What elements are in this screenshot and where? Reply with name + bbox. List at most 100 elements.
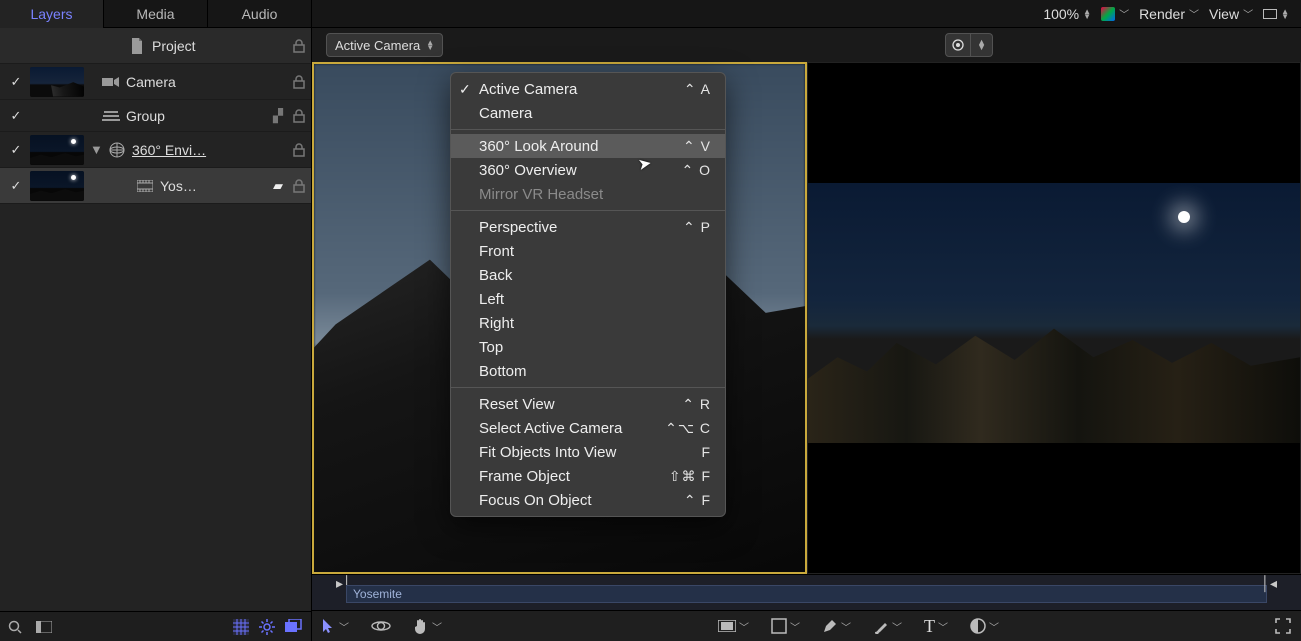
- stepper-icon: ▲▼: [1083, 9, 1091, 19]
- lock-icon[interactable]: [293, 179, 311, 193]
- camera-menu: Active Camera ⌃ A Camera 360° Look Aroun…: [450, 72, 726, 517]
- camera-icon: [102, 76, 120, 88]
- filmstrip-icon: [136, 180, 154, 192]
- gear-icon[interactable]: [259, 619, 275, 635]
- project-label: Project: [152, 38, 287, 54]
- menu-back[interactable]: Back: [451, 263, 725, 287]
- shortcut-label: ⌃⌥ C: [665, 420, 711, 437]
- group-label: Group: [126, 108, 263, 124]
- shortcut-label: ⌃ F: [684, 492, 711, 509]
- project-row[interactable]: Project: [0, 28, 311, 64]
- pen-tool[interactable]: ﹀: [822, 618, 851, 634]
- group-icon: [102, 111, 120, 121]
- panorama-image: [808, 183, 1300, 443]
- camera-row[interactable]: ✓ Camera: [0, 64, 311, 100]
- brush-tool[interactable]: ﹀: [873, 618, 902, 634]
- camera-label: Camera: [126, 74, 287, 90]
- mini-timeline[interactable]: ▸│ Yosemite │◂: [312, 574, 1301, 610]
- arrow-tool[interactable]: ﹀: [322, 618, 349, 634]
- menu-active-camera[interactable]: Active Camera ⌃ A: [451, 77, 725, 101]
- updown-icon: ▲▼: [977, 40, 986, 50]
- menu-mirror-vr: Mirror VR Headset: [451, 182, 725, 206]
- lock-icon[interactable]: [293, 109, 311, 123]
- menu-camera[interactable]: Camera: [451, 101, 725, 125]
- shortcut-label: ⌃ O: [681, 162, 711, 179]
- color-dropdown[interactable]: ﹀: [1101, 6, 1129, 21]
- clip-thumbnail: [30, 171, 84, 201]
- visibility-checkbox[interactable]: ✓: [8, 178, 24, 194]
- swatch-icon: [1101, 7, 1115, 21]
- canvas-area: Active Camera ▲▼ ▲▼: [312, 28, 1301, 641]
- menu-360-overview[interactable]: 360° Overview ⌃ O: [451, 158, 725, 182]
- environment-row[interactable]: ✓ ▼ 360° Envi…: [0, 132, 311, 168]
- lock-icon[interactable]: [293, 75, 311, 89]
- menu-left[interactable]: Left: [451, 287, 725, 311]
- grid-icon[interactable]: [233, 619, 249, 635]
- camera-thumbnail: [30, 67, 84, 97]
- menu-frame-object[interactable]: Frame Object ⇧⌘ F: [451, 464, 725, 488]
- menu-360-look-around[interactable]: 360° Look Around ⌃ V: [451, 134, 725, 158]
- chevron-down-icon: ﹀: [1119, 6, 1129, 21]
- menu-perspective[interactable]: Perspective ⌃ P: [451, 215, 725, 239]
- orbit-tool[interactable]: [371, 618, 391, 634]
- search-icon[interactable]: [8, 620, 22, 634]
- shortcut-label: ⌃ V: [683, 138, 711, 155]
- link-icon[interactable]: ▰: [269, 178, 287, 194]
- timeline-clip[interactable]: Yosemite: [346, 585, 1267, 603]
- aspect-tool[interactable]: ﹀: [718, 619, 749, 634]
- render-dropdown[interactable]: Render ﹀: [1139, 6, 1199, 22]
- tab-audio[interactable]: Audio: [208, 0, 312, 28]
- options-button[interactable]: ▲▼: [971, 33, 993, 57]
- playhead-end-icon[interactable]: │◂: [1261, 575, 1277, 592]
- menu-front[interactable]: Front: [451, 239, 725, 263]
- fullscreen-button[interactable]: [1275, 618, 1291, 634]
- layers-panel: Project ✓ Camera: [0, 28, 312, 641]
- visibility-checkbox[interactable]: ✓: [8, 142, 24, 158]
- visibility-checkbox[interactable]: ✓: [8, 108, 24, 124]
- menu-fit-objects[interactable]: Fit Objects Into View F: [451, 440, 725, 464]
- shape-tool[interactable]: ﹀: [771, 618, 800, 634]
- zoom-value: 100%: [1043, 6, 1079, 22]
- tab-media[interactable]: Media: [104, 0, 208, 28]
- mask-tool[interactable]: ﹀: [970, 618, 999, 634]
- menu-top[interactable]: Top: [451, 335, 725, 359]
- link-icon[interactable]: ▞: [269, 108, 287, 124]
- top-tab-bar: Layers Media Audio 100% ▲▼ ﹀ Render ﹀ Vi…: [0, 0, 1301, 28]
- menu-select-active-camera[interactable]: Select Active Camera ⌃⌥ C: [451, 416, 725, 440]
- visibility-checkbox[interactable]: ✓: [8, 74, 24, 90]
- lock-icon[interactable]: [293, 39, 311, 53]
- env-thumbnail: [30, 135, 84, 165]
- layout-dropdown[interactable]: ▲▼: [1263, 9, 1289, 19]
- right-viewport[interactable]: 360° Overview ▲▼: [807, 62, 1301, 574]
- stack-icon[interactable]: [285, 619, 303, 635]
- view-dropdown[interactable]: View ﹀: [1209, 6, 1253, 22]
- document-icon: [128, 38, 146, 54]
- shortcut-label: ⌃ A: [684, 81, 711, 98]
- clip-row[interactable]: ✓ Yos… ▰: [0, 168, 311, 204]
- shortcut-label: F: [701, 444, 711, 460]
- hand-tool[interactable]: ﹀: [413, 617, 442, 635]
- menu-focus-on-object[interactable]: Focus On Object ⌃ F: [451, 488, 725, 512]
- sidebar-footer: [0, 611, 311, 641]
- chevron-down-icon: ﹀: [1243, 6, 1253, 21]
- shortcut-label: ⇧⌘ F: [669, 468, 711, 485]
- menu-right[interactable]: Right: [451, 311, 725, 335]
- chevron-down-icon: ﹀: [1189, 6, 1199, 21]
- zoom-dropdown[interactable]: 100% ▲▼: [1043, 6, 1091, 22]
- shortcut-label: ⌃ R: [682, 396, 711, 413]
- stepper-icon: ▲▼: [1281, 9, 1289, 19]
- menu-reset-view[interactable]: Reset View ⌃ R: [451, 392, 725, 416]
- active-camera-dropdown[interactable]: Active Camera ▲▼: [326, 33, 443, 57]
- tab-layers[interactable]: Layers: [0, 0, 104, 28]
- menu-bottom[interactable]: Bottom: [451, 359, 725, 383]
- group-row[interactable]: ✓ Group ▞: [0, 100, 311, 132]
- record-button[interactable]: [945, 33, 971, 57]
- disclosure-triangle[interactable]: ▼: [90, 142, 102, 157]
- shortcut-label: ⌃ P: [683, 219, 711, 236]
- panel-icon[interactable]: [36, 621, 52, 633]
- clip-label: Yos…: [160, 178, 263, 194]
- text-tool[interactable]: T ﹀: [924, 616, 948, 637]
- lock-icon[interactable]: [293, 143, 311, 157]
- sphere-icon: [108, 142, 126, 158]
- target-icon: [952, 39, 964, 51]
